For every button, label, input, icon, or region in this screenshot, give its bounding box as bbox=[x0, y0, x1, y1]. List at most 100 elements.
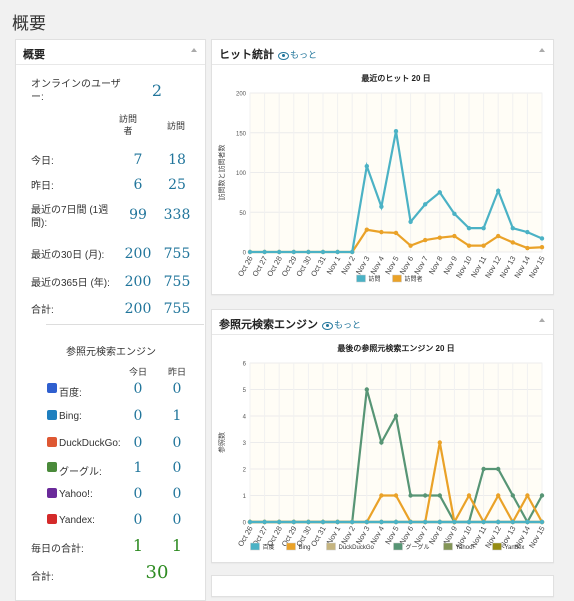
hits-chart: 最近のヒット 20 日050100150200訪問数と訪問者数Oct 26Oct… bbox=[217, 73, 547, 283]
stat-visits-value[interactable]: 338 bbox=[152, 207, 202, 223]
data-point bbox=[539, 493, 545, 498]
chart-title: 最後の参照元検索エンジン 20 日 bbox=[337, 343, 454, 353]
data-point bbox=[452, 211, 457, 217]
data-point bbox=[364, 163, 369, 169]
engine-yesterday-value[interactable]: 0 bbox=[152, 381, 202, 397]
stat-visits-value[interactable]: 755 bbox=[152, 274, 202, 290]
data-point bbox=[335, 519, 340, 525]
legend-swatch bbox=[250, 542, 260, 551]
data-point bbox=[481, 519, 486, 525]
data-point bbox=[379, 229, 384, 235]
data-point bbox=[393, 519, 399, 525]
eye-icon bbox=[322, 321, 333, 330]
data-point bbox=[364, 387, 369, 392]
data-point bbox=[291, 249, 296, 255]
data-point bbox=[496, 493, 501, 498]
data-point bbox=[335, 249, 340, 255]
data-point bbox=[525, 493, 530, 498]
data-point bbox=[320, 519, 326, 525]
hits-more-link[interactable]: もっと bbox=[278, 50, 317, 60]
data-point bbox=[306, 519, 311, 525]
data-point bbox=[510, 240, 515, 245]
legend-label: 百度 bbox=[263, 543, 275, 551]
stat-visits-value[interactable]: 18 bbox=[152, 152, 202, 168]
data-point bbox=[496, 466, 501, 472]
y-tick-label: 150 bbox=[236, 131, 247, 137]
next-box bbox=[211, 575, 554, 597]
data-point bbox=[277, 519, 282, 525]
y-tick-label: 1 bbox=[243, 494, 247, 500]
engine-row-label: Yandex: bbox=[59, 515, 95, 526]
stat-visits-value[interactable]: 755 bbox=[152, 301, 202, 317]
legend-swatch bbox=[326, 542, 336, 551]
search-engine-box: 参照元検索エンジン もっと 最後の参照元検索エンジン 20 日 0 1 2 3 4 5 6 参照数… bbox=[211, 309, 554, 563]
legend-label: Yahoo! bbox=[456, 545, 475, 551]
engine-row-label: グーグル: bbox=[59, 467, 102, 478]
legend-label: Yandex bbox=[505, 545, 525, 551]
legend-swatch bbox=[286, 542, 296, 551]
x-tick-label: Oct 31 bbox=[309, 525, 328, 549]
data-point bbox=[510, 225, 515, 231]
data-point bbox=[423, 519, 428, 525]
daily-total-yesterday: 1 bbox=[171, 536, 183, 555]
legend-label: 訪問 bbox=[369, 275, 381, 283]
y-tick-label: 100 bbox=[236, 171, 247, 177]
data-point bbox=[350, 519, 355, 525]
data-point bbox=[437, 190, 442, 195]
divider bbox=[46, 324, 204, 325]
collapse-toggle-icon[interactable] bbox=[539, 48, 545, 52]
data-point bbox=[466, 519, 472, 525]
data-point bbox=[481, 466, 486, 472]
y-tick-label: 3 bbox=[243, 441, 247, 447]
data-point bbox=[466, 243, 472, 248]
total-label: 合計: bbox=[31, 572, 54, 583]
stat-row-label: 昨日: bbox=[31, 181, 54, 192]
stat-visits-value[interactable]: 755 bbox=[152, 246, 202, 262]
data-point bbox=[408, 219, 413, 224]
legend-swatch bbox=[492, 542, 502, 551]
data-point bbox=[496, 188, 501, 193]
data-point bbox=[247, 249, 253, 255]
y-axis-label: 訪問数と訪問者数 bbox=[217, 145, 226, 201]
hits-box-header[interactable]: ヒット統計 もっと bbox=[212, 40, 553, 65]
google-icon bbox=[47, 462, 57, 472]
data-point bbox=[510, 493, 515, 498]
engine-row-label: DuckDuckGo: bbox=[59, 438, 121, 449]
col-visits-header: 訪問 bbox=[166, 121, 185, 131]
data-point bbox=[393, 413, 399, 419]
data-point bbox=[496, 519, 501, 525]
data-point bbox=[525, 245, 530, 251]
engine-yesterday-value[interactable]: 0 bbox=[152, 486, 202, 502]
data-point bbox=[423, 493, 428, 498]
data-point bbox=[496, 233, 501, 239]
y-tick-label: 4 bbox=[243, 415, 247, 421]
stat-visits-value[interactable]: 25 bbox=[152, 177, 202, 193]
collapse-toggle-icon[interactable] bbox=[539, 318, 545, 322]
online-users-value[interactable]: 2 bbox=[132, 81, 182, 100]
engine-yesterday-value[interactable]: 0 bbox=[152, 512, 202, 528]
data-point bbox=[393, 230, 399, 236]
collapse-toggle-icon[interactable] bbox=[191, 48, 197, 52]
legend-label: グーグル bbox=[406, 543, 430, 551]
search-box-header[interactable]: 参照元検索エンジン もっと bbox=[212, 310, 553, 335]
daily-total-label: 毎日の合計: bbox=[31, 544, 84, 555]
summary-box-header[interactable]: 概要 bbox=[16, 40, 205, 65]
search-more-link[interactable]: もっと bbox=[322, 320, 361, 330]
engine-yesterday-value[interactable]: 0 bbox=[152, 460, 202, 476]
data-point bbox=[408, 243, 413, 248]
stat-row-label: 今日: bbox=[31, 156, 54, 167]
engine-yesterday-value[interactable]: 1 bbox=[152, 408, 202, 424]
y-tick-label: 6 bbox=[243, 362, 247, 368]
data-point bbox=[539, 245, 545, 250]
data-point bbox=[525, 229, 530, 235]
engine-yesterday-value[interactable]: 0 bbox=[152, 435, 202, 451]
stat-row-label: 最近の30日 (月): bbox=[31, 250, 105, 261]
col-today-header: 今日 bbox=[128, 367, 147, 377]
y-tick-label: 50 bbox=[239, 211, 246, 217]
data-point bbox=[379, 204, 384, 209]
baidu-icon bbox=[47, 383, 57, 393]
data-point bbox=[320, 249, 326, 255]
legend-swatch bbox=[356, 274, 366, 283]
eye-icon bbox=[278, 51, 289, 60]
hits-stats-box: ヒット統計 もっと 最近のヒット 20 日 0 50 100 150 200 訪問数と訪問者数… bbox=[211, 39, 554, 295]
